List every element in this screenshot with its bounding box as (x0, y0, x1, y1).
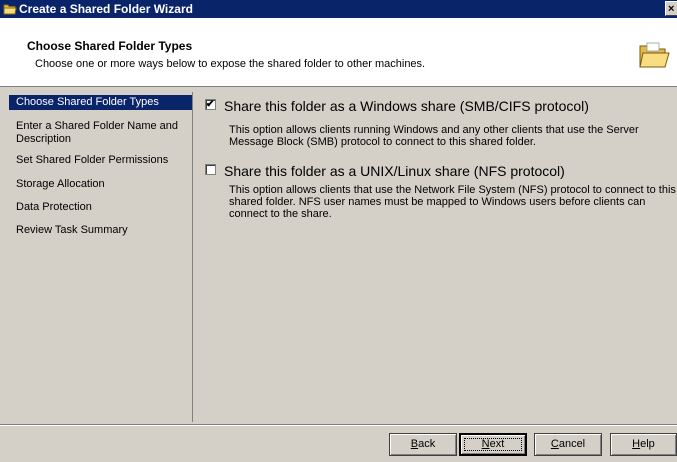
help-button[interactable]: Help (610, 433, 677, 456)
unix-share-option-description: This option allows clients that use the … (229, 184, 676, 220)
content-pane: ✔ Share this folder as a Windows share (… (193, 92, 677, 422)
unix-share-checkbox[interactable] (205, 164, 216, 175)
wizard-window: Create a Shared Folder Wizard × Choose S… (0, 0, 677, 462)
folder-icon (3, 4, 17, 15)
nav-item-data-protection[interactable]: Data Protection (9, 201, 192, 214)
close-button[interactable]: × (665, 1, 677, 16)
footer-divider (0, 424, 677, 426)
next-button[interactable]: Next (459, 433, 527, 456)
back-button[interactable]: Back (389, 433, 457, 456)
nav-item-set-permissions[interactable]: Set Shared Folder Permissions (9, 154, 192, 167)
check-icon: ✔ (206, 99, 215, 110)
title-bar[interactable]: Create a Shared Folder Wizard × (0, 0, 677, 18)
nav-item-storage-allocation[interactable]: Storage Allocation (9, 178, 192, 191)
nav-item-choose-shared-folder-types[interactable]: Choose Shared Folder Types (9, 95, 192, 110)
nav-item-enter-name-description[interactable]: Enter a Shared Folder Name and Descripti… (9, 120, 192, 146)
unix-share-option-title[interactable]: Share this folder as a UNIX/Linux share … (224, 163, 565, 179)
window-title: Create a Shared Folder Wizard (19, 2, 193, 16)
wizard-steps-nav: Choose Shared Folder Types Enter a Share… (9, 92, 193, 422)
cancel-button[interactable]: Cancel (534, 433, 602, 456)
nav-item-review-task-summary[interactable]: Review Task Summary (9, 224, 192, 237)
page-subtitle: Choose one or more ways below to expose … (35, 58, 426, 70)
folder-icon (639, 42, 670, 68)
windows-share-checkbox[interactable]: ✔ (205, 99, 216, 110)
wizard-header: Choose Shared Folder Types Choose one or… (0, 18, 677, 87)
page-title: Choose Shared Folder Types (27, 39, 193, 53)
windows-share-option-title[interactable]: Share this folder as a Windows share (SM… (224, 98, 589, 114)
close-icon: × (668, 3, 675, 15)
windows-share-option-description: This option allows clients running Windo… (229, 124, 639, 148)
